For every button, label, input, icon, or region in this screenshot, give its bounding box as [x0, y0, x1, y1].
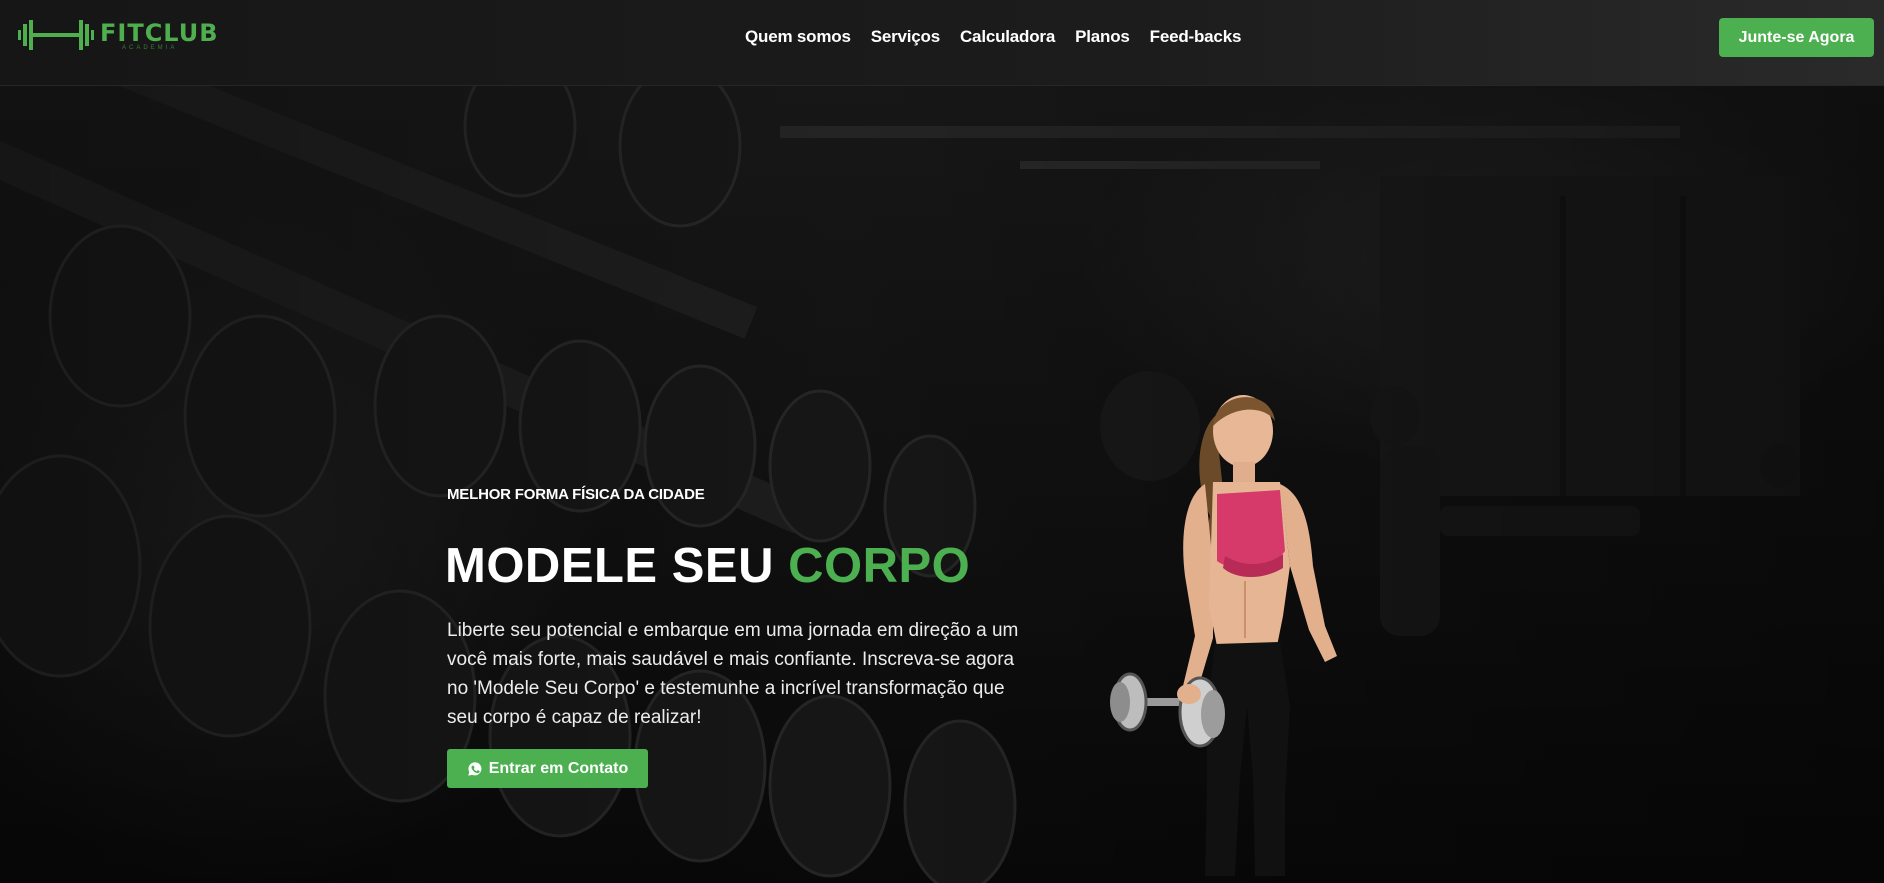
- headline-main: MODELE SEU: [445, 539, 789, 593]
- hero-section: MELHOR FORMA FÍSICA DA CIDADE MODELE SEU…: [0, 86, 1884, 883]
- barbell-icon: [18, 20, 94, 50]
- site-header: FITCLUB ACADEMIA Quem somos Serviços Cal…: [0, 0, 1884, 86]
- main-nav: Quem somos Serviços Calculadora Planos F…: [745, 26, 1241, 48]
- nav-calculadora[interactable]: Calculadora: [960, 26, 1055, 48]
- nav-servicos[interactable]: Serviços: [871, 26, 940, 48]
- nav-quem-somos[interactable]: Quem somos: [745, 26, 851, 48]
- contact-button-label: Entrar em Contato: [488, 759, 629, 777]
- gym-background-image: [0, 86, 1884, 883]
- headline-accent: CORPO: [788, 539, 971, 593]
- dumbbell-icon: [1110, 672, 1225, 748]
- nav-planos[interactable]: Planos: [1075, 26, 1130, 48]
- logo-tagline: ACADEMIA: [122, 45, 178, 51]
- athlete-image: [1110, 395, 1337, 876]
- join-now-button[interactable]: Junte-se Agora: [1719, 18, 1874, 57]
- fitclub-logo[interactable]: FITCLUB ACADEMIA: [18, 18, 218, 52]
- hero-description: Liberte seu potencial e embarque em uma …: [447, 620, 1019, 728]
- contact-button[interactable]: Entrar em Contato: [447, 749, 648, 788]
- nav-feed-backs[interactable]: Feed-backs: [1150, 26, 1242, 48]
- logo-text: FITCLUB: [100, 19, 219, 47]
- whatsapp-icon: [468, 761, 482, 776]
- hero-headline: MODELE SEU CORPO: [445, 538, 970, 594]
- hero-eyebrow: MELHOR FORMA FÍSICA DA CIDADE: [447, 486, 705, 503]
